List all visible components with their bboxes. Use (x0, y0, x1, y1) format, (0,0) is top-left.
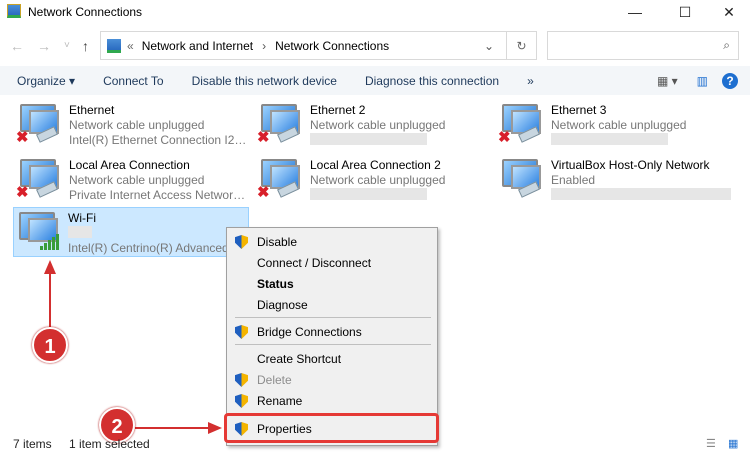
arrow-1-head (44, 260, 56, 274)
step-1-badge: 1 (32, 327, 68, 363)
details-view-button[interactable]: ☰ (706, 437, 716, 450)
large-icons-view-button[interactable]: ▦ (728, 437, 738, 450)
status-selection: 1 item selected (69, 437, 150, 451)
annotation-arrows (44, 260, 222, 434)
status-item-count: 7 items (13, 437, 52, 451)
arrow-2-head (208, 422, 222, 434)
